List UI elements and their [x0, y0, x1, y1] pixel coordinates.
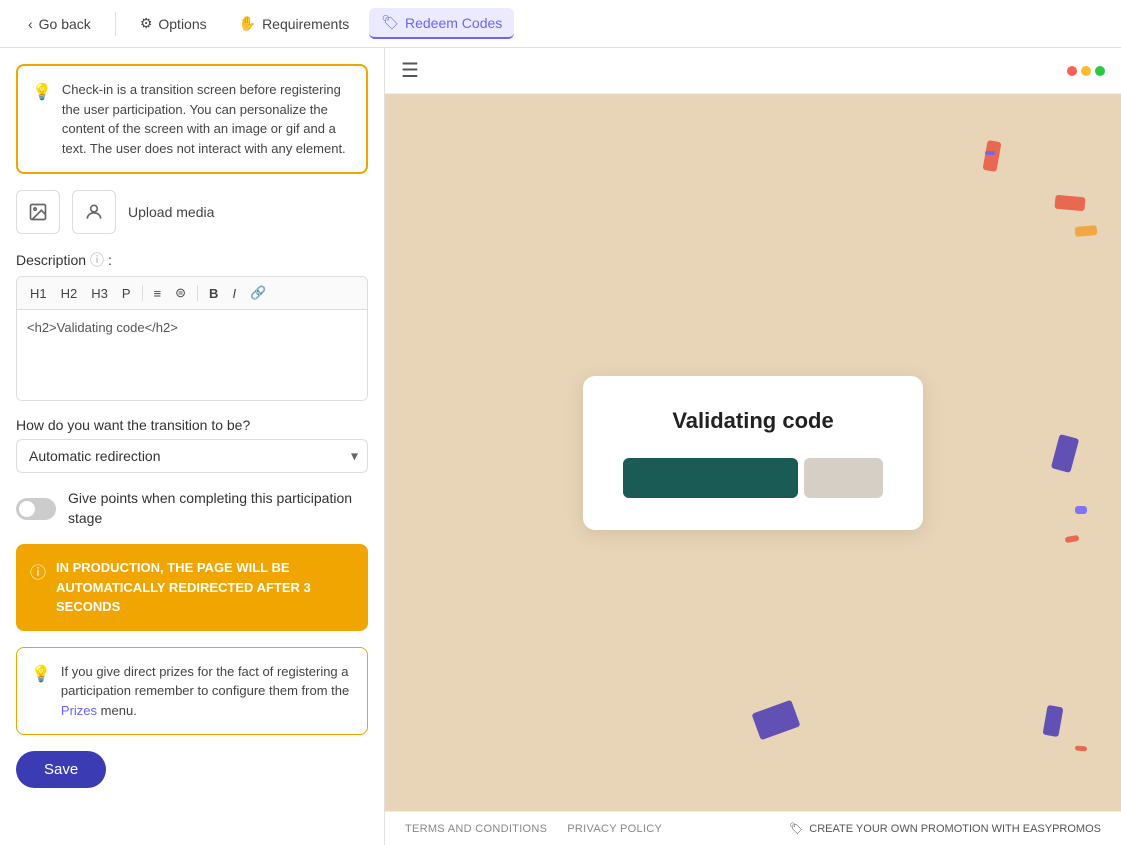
confetti-piece — [751, 700, 800, 741]
redeem-codes-label: Redeem Codes — [405, 15, 502, 31]
redeem-icon: 🏷 — [381, 14, 399, 31]
transition-label: How do you want the transition to be? — [16, 417, 368, 433]
toolbar-h3[interactable]: H3 — [86, 284, 113, 303]
confetti-piece — [983, 140, 1002, 172]
top-navigation: ‹ Go back ⚙ Options ✋ Requirements 🏷 Red… — [0, 0, 1121, 48]
toolbar-bold[interactable]: B — [204, 284, 223, 303]
close-dot — [1067, 66, 1077, 76]
requirements-label: Requirements — [262, 16, 349, 32]
requirements-icon: ✋ — [239, 15, 256, 32]
lightbulb-icon: 💡 — [32, 82, 52, 158]
warning-text: IN PRODUCTION, THE PAGE WILL BE AUTOMATI… — [56, 558, 354, 617]
brand-label: 🏷 CREATE YOUR OWN PROMOTION WITH EASYPRO… — [789, 822, 1101, 835]
toolbar-h1[interactable]: H1 — [25, 284, 52, 303]
confetti-piece — [985, 151, 995, 155]
confetti-piece — [1043, 705, 1064, 737]
options-button[interactable]: ⚙ Options — [128, 9, 219, 38]
toolbar-link[interactable]: 🔗 — [245, 283, 271, 303]
editor-content[interactable]: <h2>Validating code</h2> — [17, 310, 367, 400]
note-text: If you give direct prizes for the fact o… — [61, 662, 353, 721]
points-toggle[interactable] — [16, 498, 56, 520]
confetti-piece — [1075, 745, 1087, 751]
warning-banner: ⓘ IN PRODUCTION, THE PAGE WILL BE AUTOMA… — [16, 544, 368, 631]
transition-section: How do you want the transition to be? Au… — [16, 417, 368, 473]
confetti-piece — [1075, 506, 1087, 514]
right-preview-panel: ☰ Validating code TERMS AND CONDITIONS P… — [385, 48, 1121, 845]
minimize-dot — [1081, 66, 1091, 76]
brand-text: CREATE YOUR OWN PROMOTION WITH EASYPROMO… — [809, 823, 1101, 835]
upload-media-section: Upload media — [16, 190, 368, 234]
privacy-link[interactable]: PRIVACY POLICY — [567, 823, 662, 835]
upload-image-button[interactable] — [16, 190, 60, 234]
gear-icon: ⚙ — [140, 15, 153, 32]
preview-footer: TERMS AND CONDITIONS PRIVACY POLICY 🏷 CR… — [385, 811, 1121, 845]
help-icon[interactable]: ⓘ — [90, 250, 104, 270]
confetti-piece — [1065, 535, 1080, 543]
confetti-piece — [1075, 225, 1098, 237]
description-section: Description ⓘ : H1 H2 H3 P ≡ ⊜ B I 🔗 — [16, 250, 368, 401]
prizes-link[interactable]: Prizes — [61, 703, 97, 718]
save-button[interactable]: Save — [16, 751, 106, 788]
toolbar-italic[interactable]: I — [227, 284, 241, 303]
toolbar-separator-2 — [197, 285, 198, 301]
toolbar-ordered-list[interactable]: ⊜ — [170, 283, 191, 303]
options-label: Options — [158, 16, 206, 32]
toolbar-unordered-list[interactable]: ≡ — [149, 284, 167, 303]
brand-icon: 🏷 — [789, 822, 803, 835]
editor-toolbar: H1 H2 H3 P ≡ ⊜ B I 🔗 — [17, 277, 367, 310]
progress-empty — [804, 458, 883, 498]
info-message: Check-in is a transition screen before r… — [62, 80, 352, 158]
confetti-piece — [1054, 195, 1085, 212]
upload-avatar-button[interactable] — [72, 190, 116, 234]
toolbar-h2[interactable]: H2 — [56, 284, 83, 303]
validation-title: Validating code — [623, 408, 883, 434]
nav-divider — [115, 12, 116, 36]
note-icon: 💡 — [31, 664, 51, 721]
maximize-dot — [1095, 66, 1105, 76]
progress-filled — [623, 458, 798, 498]
upload-media-button[interactable]: Upload media — [128, 204, 214, 220]
requirements-button[interactable]: ✋ Requirements — [227, 9, 362, 38]
transition-select[interactable]: Automatic redirection Manual redirection — [16, 439, 368, 473]
validation-card: Validating code — [583, 376, 923, 530]
toggle-label: Give points when completing this partici… — [68, 489, 368, 528]
progress-bar — [623, 458, 883, 498]
rich-text-editor[interactable]: H1 H2 H3 P ≡ ⊜ B I 🔗 <h2>Validating code… — [16, 276, 368, 401]
toggle-row: Give points when completing this partici… — [16, 489, 368, 528]
editor-text[interactable]: <h2>Validating code</h2> — [27, 320, 178, 335]
toolbar-separator-1 — [142, 285, 143, 301]
transition-select-container: Automatic redirection Manual redirection — [16, 439, 368, 473]
preview-body: Validating code — [385, 94, 1121, 811]
terms-link[interactable]: TERMS AND CONDITIONS — [405, 823, 547, 835]
note-box: 💡 If you give direct prizes for the fact… — [16, 647, 368, 736]
redeem-codes-button[interactable]: 🏷 Redeem Codes — [369, 8, 514, 39]
window-controls — [1067, 66, 1105, 76]
left-panel: 💡 Check-in is a transition screen before… — [0, 48, 385, 845]
preview-header: ☰ — [385, 48, 1121, 94]
go-back-button[interactable]: ‹ Go back — [16, 10, 103, 38]
go-back-label: Go back — [39, 16, 91, 32]
confetti-piece — [1051, 434, 1079, 473]
info-box: 💡 Check-in is a transition screen before… — [16, 64, 368, 174]
description-label: Description ⓘ : — [16, 250, 368, 270]
toolbar-p[interactable]: P — [117, 284, 136, 303]
arrow-left-icon: ‹ — [28, 16, 33, 32]
warning-icon: ⓘ — [30, 559, 46, 583]
upload-media-label: Upload media — [128, 204, 214, 220]
main-layout: 💡 Check-in is a transition screen before… — [0, 48, 1121, 845]
hamburger-icon[interactable]: ☰ — [401, 58, 419, 83]
